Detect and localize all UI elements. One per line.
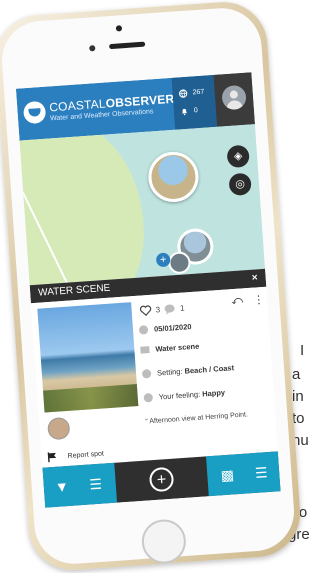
observation-detail: 3 1 ⤺ ⋮ 05/01/2020 Water scene Setting: … bbox=[30, 286, 278, 468]
map-land bbox=[19, 124, 152, 286]
setting-row: Setting: Beach / Coast bbox=[141, 363, 235, 379]
map-view[interactable]: + ◈ ◎ bbox=[19, 124, 266, 286]
feeling-value: Happy bbox=[201, 387, 226, 399]
date-row: 05/01/2020 bbox=[138, 322, 192, 335]
likes-count: 3 bbox=[155, 304, 161, 315]
background-text: I bbox=[300, 340, 304, 362]
toolbar-right-group: ▩ ☰ bbox=[206, 451, 281, 497]
map-photo-pin[interactable] bbox=[146, 150, 201, 204]
stats-icon[interactable]: ▩ bbox=[217, 464, 238, 485]
filter-icon[interactable]: ▼ bbox=[51, 476, 72, 497]
comment-icon[interactable] bbox=[164, 303, 177, 315]
logo-icon bbox=[22, 100, 47, 125]
observation-caption: “ Afternoon view at Herring Point. bbox=[145, 409, 271, 427]
feeling-row: Your feeling: Happy bbox=[143, 388, 225, 403]
caption-text: Afternoon view at Herring Point. bbox=[149, 411, 249, 426]
globe-icon bbox=[179, 89, 188, 98]
more-options-icon[interactable]: ⋮ bbox=[253, 293, 265, 307]
brand-bold: OBSERVER bbox=[105, 91, 175, 111]
feeling-label: Your feeling: bbox=[158, 389, 203, 402]
flag-icon bbox=[47, 452, 57, 463]
observer-avatar[interactable] bbox=[46, 416, 71, 441]
locate-icon[interactable]: ◎ bbox=[228, 172, 252, 197]
observation-photo[interactable] bbox=[37, 302, 139, 413]
report-spot-label: Report spot bbox=[67, 450, 105, 460]
location-icon bbox=[141, 369, 152, 379]
report-spot-button[interactable]: Report spot bbox=[47, 449, 104, 463]
bell-icon bbox=[181, 108, 188, 116]
background-text-line: a bbox=[292, 366, 301, 383]
background-text-line: I bbox=[300, 342, 305, 359]
close-icon[interactable]: × bbox=[251, 269, 258, 287]
background-text-line: to bbox=[292, 410, 305, 427]
observations-stat[interactable]: 267 bbox=[178, 88, 205, 99]
observation-date: 05/01/2020 bbox=[153, 322, 192, 334]
alerts-stat[interactable]: 0 bbox=[180, 106, 198, 116]
observation-category: Water scene bbox=[155, 341, 200, 354]
alerts-count: 0 bbox=[193, 107, 199, 115]
user-avatar-button[interactable] bbox=[213, 72, 255, 127]
avatar bbox=[221, 84, 247, 111]
app-screen: COASTALOBSERVER Water and Weather Observ… bbox=[15, 72, 281, 508]
setting-value: Beach / Coast bbox=[184, 363, 235, 376]
setting-label: Setting: bbox=[156, 366, 185, 378]
toolbar-left-group: ▼ ☰ bbox=[42, 462, 118, 508]
header-stats[interactable]: 267 0 bbox=[171, 74, 218, 130]
add-observation-button[interactable]: + bbox=[148, 466, 175, 493]
phone-mockup: COASTALOBSERVER Water and Weather Observ… bbox=[0, 0, 304, 573]
smiley-icon bbox=[143, 392, 154, 403]
folder-icon bbox=[140, 346, 150, 354]
observations-count: 267 bbox=[192, 88, 205, 97]
heart-icon[interactable] bbox=[139, 304, 152, 316]
list-view-icon[interactable]: ☰ bbox=[85, 473, 106, 494]
background-text-line: in bbox=[292, 388, 304, 405]
binoculars-icon[interactable]: ◈ bbox=[226, 144, 250, 169]
share-icon[interactable]: ⤺ bbox=[231, 294, 244, 308]
clock-icon bbox=[138, 325, 149, 335]
menu-icon[interactable]: ☰ bbox=[251, 462, 272, 483]
category-row: Water scene bbox=[140, 341, 200, 355]
comments-count: 1 bbox=[179, 303, 185, 313]
map-photo-pin[interactable] bbox=[167, 251, 192, 275]
observation-actions: 3 1 bbox=[139, 293, 264, 320]
